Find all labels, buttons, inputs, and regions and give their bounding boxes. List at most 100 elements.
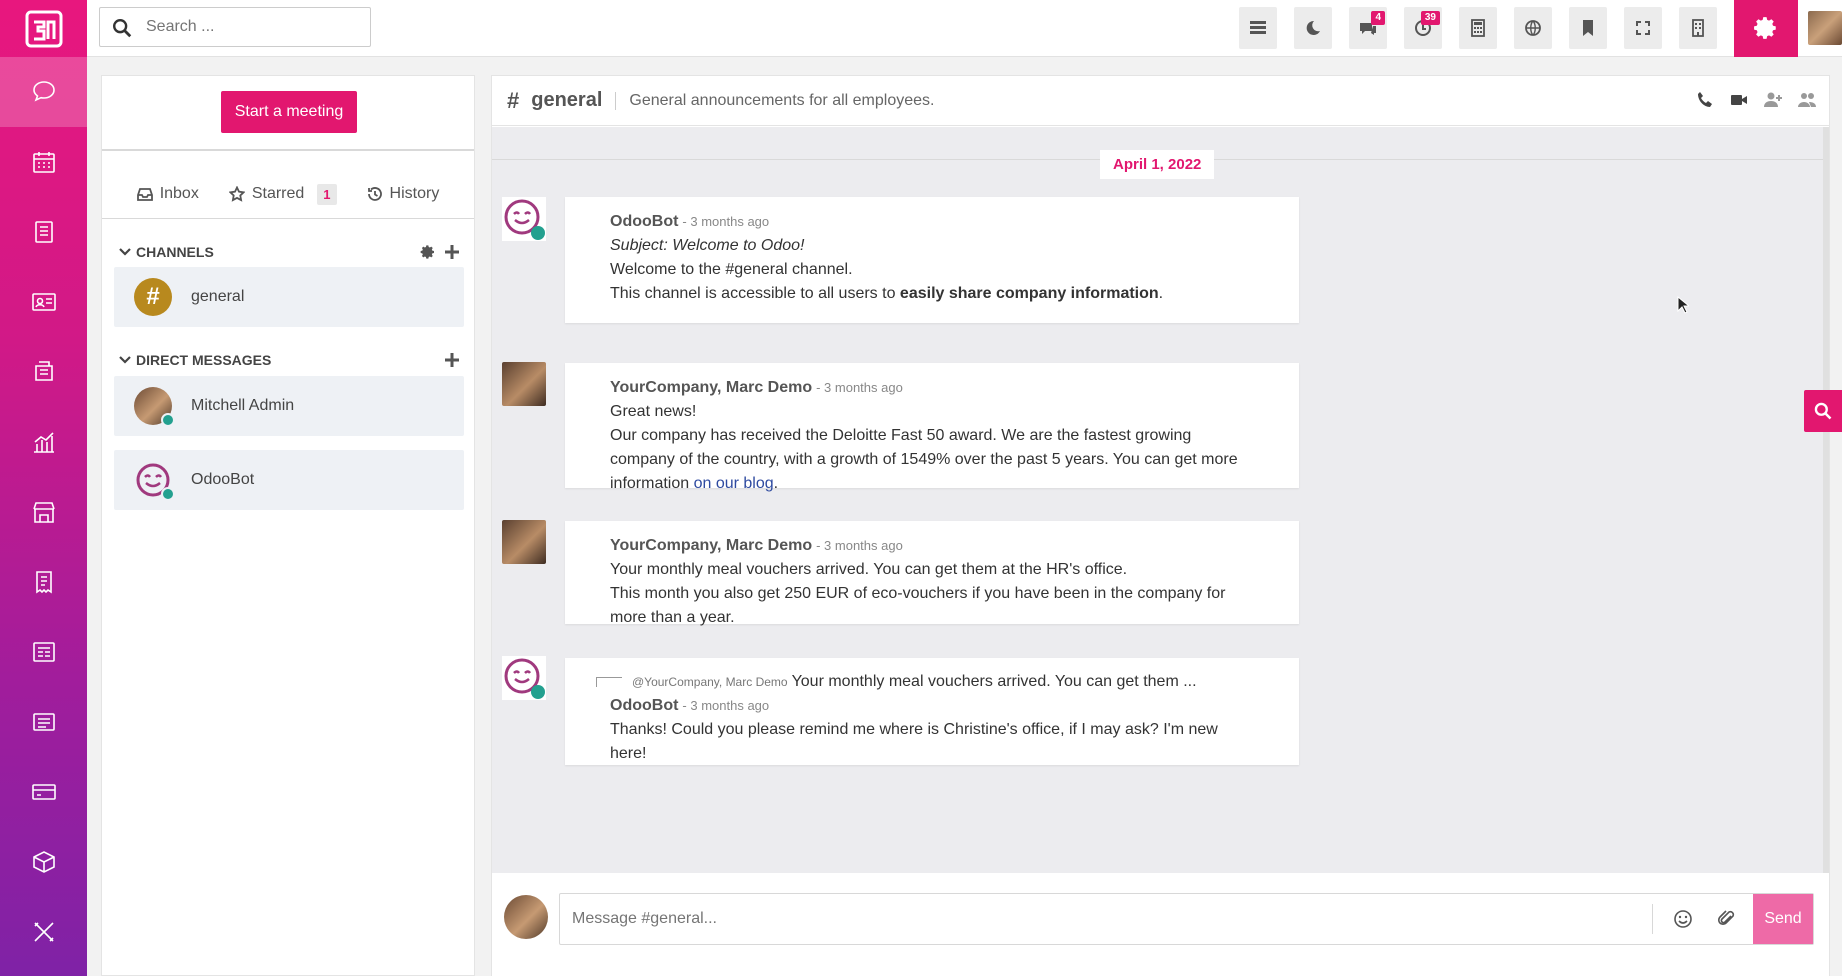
user-avatar[interactable] bbox=[1808, 11, 1842, 45]
list-icon bbox=[1250, 21, 1266, 34]
thread-title[interactable]: general bbox=[531, 89, 602, 112]
channel-settings-icon[interactable] bbox=[420, 244, 436, 260]
search-input[interactable] bbox=[146, 8, 356, 46]
rail-notes[interactable] bbox=[0, 197, 87, 267]
rail-calendar[interactable] bbox=[0, 127, 87, 197]
avatar bbox=[134, 387, 175, 427]
avatar[interactable] bbox=[502, 520, 546, 564]
channel-item-general[interactable]: # general bbox=[114, 267, 464, 327]
members-icon[interactable] bbox=[1797, 90, 1817, 110]
dm-name: Mitchell Admin bbox=[191, 397, 295, 414]
message[interactable]: YourCompany, Marc Demo - 3 months ago Gre… bbox=[565, 363, 1299, 492]
thread-description[interactable]: General announcements for all employees. bbox=[629, 92, 934, 110]
list-board-icon bbox=[32, 713, 55, 731]
mailbox-history-label: History bbox=[389, 185, 440, 202]
chevron-down-icon bbox=[119, 248, 131, 256]
online-status-icon bbox=[161, 487, 175, 501]
app-rail bbox=[0, 0, 87, 976]
rail-inventory[interactable] bbox=[0, 687, 87, 757]
moon-icon bbox=[1306, 20, 1320, 35]
thread-panel: # general General announcements for all … bbox=[491, 75, 1830, 976]
dark-mode-button[interactable] bbox=[1294, 7, 1332, 49]
rail-discuss[interactable] bbox=[0, 57, 87, 127]
side-search-button[interactable] bbox=[1804, 390, 1842, 432]
reply-reference[interactable]: @YourCompany, Marc Demo Your monthly meal… bbox=[575, 670, 1254, 694]
dm-item-mitchell-admin[interactable]: Mitchell Admin bbox=[114, 376, 464, 436]
add-user-icon[interactable] bbox=[1763, 90, 1783, 110]
settings-button[interactable] bbox=[1734, 0, 1798, 57]
message-author[interactable]: YourCompany, Marc Demo bbox=[610, 537, 812, 554]
rail-contacts[interactable] bbox=[0, 267, 87, 337]
rail-tools[interactable] bbox=[0, 897, 87, 967]
rail-point-of-sale[interactable] bbox=[0, 477, 87, 547]
message[interactable]: @YourCompany, Marc Demo Your monthly meal… bbox=[565, 658, 1299, 765]
add-channel-icon[interactable] bbox=[444, 244, 460, 260]
tools-icon bbox=[33, 922, 54, 942]
calculator-button[interactable] bbox=[1459, 7, 1497, 49]
mailbox-starred[interactable]: Starred 1 bbox=[228, 183, 337, 205]
message[interactable]: OdooBot - 3 months ago Subject: Welcome t… bbox=[565, 197, 1299, 323]
start-meeting-button[interactable]: Start a meeting bbox=[221, 91, 357, 133]
bookmark-icon bbox=[1583, 20, 1593, 36]
channel-name: general bbox=[191, 288, 245, 305]
avatar[interactable] bbox=[502, 362, 546, 406]
emoji-icon[interactable] bbox=[1673, 909, 1693, 929]
systray-switch-button[interactable] bbox=[1239, 7, 1277, 49]
activity-menu-button[interactable]: 39 bbox=[1404, 7, 1442, 49]
message-text: Great news! bbox=[610, 403, 697, 420]
send-button[interactable]: Send bbox=[1753, 894, 1813, 944]
history-icon bbox=[367, 187, 382, 201]
message-author[interactable]: OdooBot bbox=[610, 697, 678, 714]
reply-author: @YourCompany, Marc Demo bbox=[632, 675, 788, 689]
rail-apps[interactable] bbox=[0, 827, 87, 897]
channels-category[interactable]: CHANNELS bbox=[118, 242, 460, 262]
rail-payments[interactable] bbox=[0, 757, 87, 827]
divider bbox=[102, 218, 474, 219]
odoobot-avatar-icon bbox=[502, 656, 546, 700]
activity-badge: 39 bbox=[1420, 11, 1440, 25]
mailbox-inbox[interactable]: Inbox bbox=[136, 185, 199, 203]
rail-website[interactable] bbox=[0, 617, 87, 687]
dm-item-odoobot[interactable]: OdooBot bbox=[114, 450, 464, 510]
thread-actions bbox=[1695, 90, 1817, 110]
video-camera-icon[interactable] bbox=[1729, 90, 1749, 110]
rail-sales[interactable] bbox=[0, 407, 87, 477]
blog-link[interactable]: on our blog bbox=[694, 475, 774, 492]
fullscreen-button[interactable] bbox=[1624, 7, 1662, 49]
rail-crm[interactable] bbox=[0, 337, 87, 407]
message-author[interactable]: YourCompany, Marc Demo bbox=[610, 379, 812, 396]
language-button[interactable] bbox=[1514, 7, 1552, 49]
message-text: This channel is accessible to all users … bbox=[610, 285, 1164, 302]
channel-hash-avatar: # bbox=[134, 278, 172, 316]
odoobot-avatar-icon bbox=[502, 197, 546, 241]
brand-logo-icon bbox=[25, 10, 62, 47]
message-author[interactable]: OdooBot bbox=[610, 213, 678, 230]
rail-invoicing[interactable] bbox=[0, 547, 87, 617]
bookmark-button[interactable] bbox=[1569, 7, 1607, 49]
add-chat-icon[interactable] bbox=[444, 352, 460, 368]
mailbox-list: Inbox Starred 1 History bbox=[102, 171, 474, 217]
starred-count-badge: 1 bbox=[317, 183, 337, 205]
divider bbox=[615, 91, 617, 110]
channels-header: CHANNELS bbox=[136, 244, 214, 260]
date-separator: April 1, 2022 bbox=[1100, 150, 1215, 179]
message-text: Welcome to the #general channel. bbox=[610, 261, 853, 278]
message-text: This month you also get 250 EUR of eco-v… bbox=[610, 585, 1226, 626]
phone-icon[interactable] bbox=[1695, 90, 1715, 110]
message[interactable]: YourCompany, Marc Demo - 3 months ago You… bbox=[565, 521, 1299, 626]
gear-icon bbox=[1754, 17, 1776, 39]
app-logo[interactable] bbox=[0, 0, 87, 57]
message-date: - 3 months ago bbox=[682, 214, 770, 229]
star-icon bbox=[228, 186, 245, 202]
calculator-icon bbox=[1471, 19, 1485, 37]
message-input[interactable] bbox=[572, 894, 1642, 944]
odoobot-avatar bbox=[134, 461, 175, 501]
global-search[interactable] bbox=[99, 7, 371, 47]
mailbox-history[interactable]: History bbox=[367, 185, 440, 203]
messaging-menu-button[interactable]: 4 bbox=[1349, 7, 1387, 49]
thread-scrollbar[interactable] bbox=[1823, 127, 1829, 873]
notes-icon bbox=[34, 221, 53, 243]
paperclip-icon[interactable] bbox=[1717, 909, 1737, 929]
company-switcher-button[interactable] bbox=[1679, 7, 1717, 49]
direct-messages-category[interactable]: DIRECT MESSAGES bbox=[118, 350, 460, 370]
